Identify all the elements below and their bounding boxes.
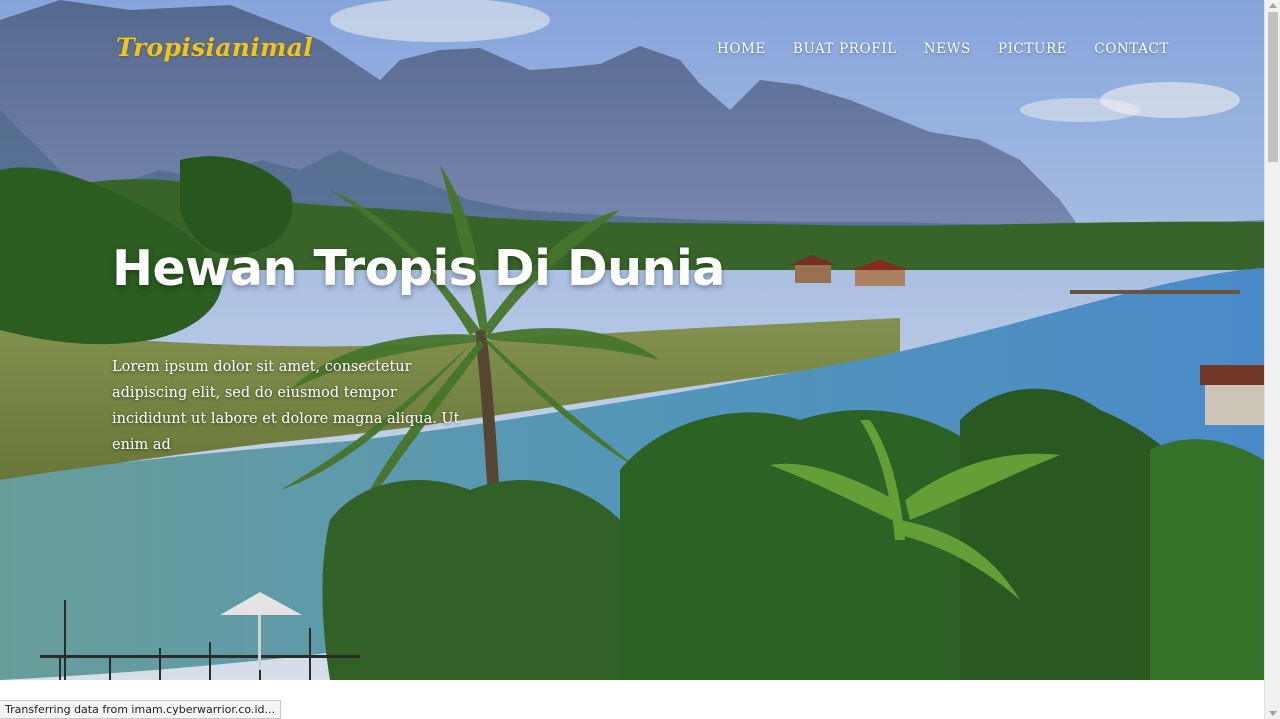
hero-background-image: [0, 0, 1264, 680]
browser-status-bar: Transferring data from imam.cyberwarrior…: [0, 700, 281, 719]
nav-buat-profil[interactable]: BUAT PROFIL: [793, 41, 897, 57]
nav-contact[interactable]: CONTACT: [1094, 41, 1169, 57]
hero-banner: Tropisianimal HOME BUAT PROFIL NEWS PICT…: [0, 0, 1264, 680]
hero-title: Hewan Tropis Di Dunia: [112, 240, 725, 297]
site-logo[interactable]: Tropisianimal: [116, 33, 313, 62]
nav-home[interactable]: HOME: [717, 41, 766, 57]
nav-picture[interactable]: PICTURE: [998, 41, 1067, 57]
main-navigation: HOME BUAT PROFIL NEWS PICTURE CONTACT: [717, 41, 1169, 57]
scrollbar-thumb[interactable]: [1268, 12, 1278, 162]
scroll-down-arrow-icon[interactable]: [1269, 711, 1277, 716]
nav-news[interactable]: NEWS: [924, 41, 971, 57]
scroll-up-arrow-icon[interactable]: [1269, 3, 1277, 8]
browser-viewport: Tropisianimal HOME BUAT PROFIL NEWS PICT…: [0, 0, 1280, 719]
hero-description: Lorem ipsum dolor sit amet, consectetur …: [112, 359, 460, 453]
vertical-scrollbar[interactable]: [1264, 0, 1280, 719]
